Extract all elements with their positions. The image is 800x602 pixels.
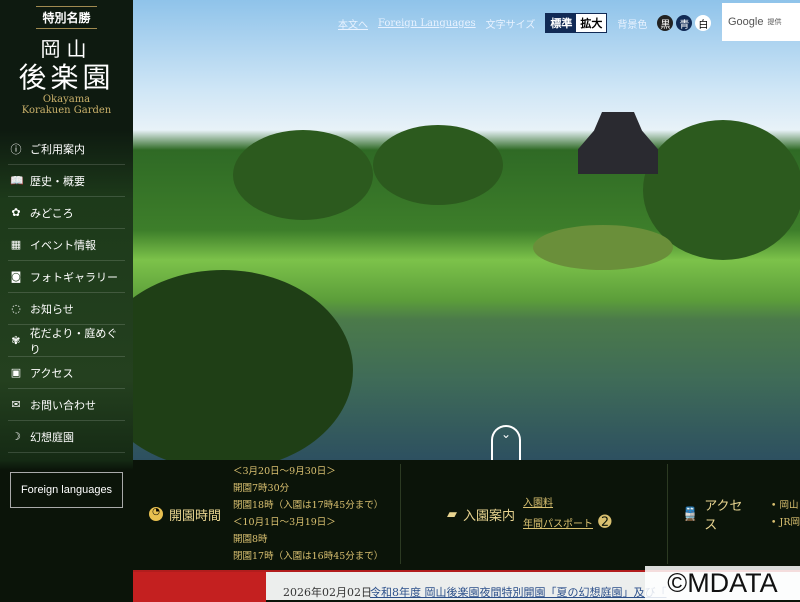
pine-tree xyxy=(133,270,353,460)
hours-close1: 閉園18時（入園は17時45分まで） xyxy=(233,500,384,511)
admission-title: 入園案内 xyxy=(463,508,516,524)
size-standard-button[interactable]: 標準 xyxy=(546,14,577,32)
access-item[interactable]: • 岡山 xyxy=(771,497,800,514)
top-utility-bar: 本文へ Foreign Languages 文字サイズ 標準 拡大 背景色 黒 … xyxy=(338,13,712,33)
tree xyxy=(373,125,503,205)
spot-icon: ✿ xyxy=(11,206,21,219)
access-item-label: JR岡 xyxy=(779,517,800,528)
site-logo[interactable]: 特別名勝 岡山 後楽園 Okayama Korakuen Garden xyxy=(0,0,133,133)
nav-label: イベント情報 xyxy=(30,238,96,252)
news-label-block xyxy=(133,572,266,602)
hours-open2: 開園8時 xyxy=(233,534,268,545)
flower-icon: ✾ xyxy=(11,334,21,347)
wallet-icon: ▰ xyxy=(447,506,457,522)
chat-icon: ◌ xyxy=(11,302,21,315)
logo-badge: 特別名勝 xyxy=(36,6,97,29)
main-nav: ⓘ ご利用案内 📖 歴史・概要 ✿ みどころ ▦ イベント情報 ◙ フォトギャラリー ◌ お… xyxy=(0,133,133,453)
moon-icon: ☽ xyxy=(11,430,21,443)
watermark: ©MDATA xyxy=(645,566,800,600)
size-large-button[interactable]: 拡大 xyxy=(576,14,607,32)
admission-section: ▰ 入園案内 入園料 年間パスポート ➋ xyxy=(401,464,668,564)
google-sub: 提供 xyxy=(767,19,782,26)
tree xyxy=(233,130,373,220)
train-icon: 🚆 xyxy=(682,506,699,522)
news-date: 2026年02月02日 xyxy=(283,586,372,599)
nav-item-contact[interactable]: ✉ お問い合わせ xyxy=(8,389,125,421)
nav-label: 幻想庭園 xyxy=(30,430,74,444)
nav-item-news[interactable]: ◌ お知らせ xyxy=(8,293,125,325)
foreign-languages-link[interactable]: Foreign Languages xyxy=(378,18,476,29)
nav-item-highlights[interactable]: ✿ みどころ xyxy=(8,197,125,229)
hours-period2: ＜10月1日～3月19日＞ xyxy=(233,517,336,528)
nav-label: アクセス xyxy=(30,366,74,380)
nav-item-fantasy[interactable]: ☽ 幻想庭園 xyxy=(8,421,125,453)
admission-fee-link[interactable]: 入園料 xyxy=(523,495,612,512)
camera-icon: ◙ xyxy=(10,270,22,283)
font-size-switch: 標準 拡大 xyxy=(545,13,608,33)
skip-to-main-link[interactable]: 本文へ xyxy=(338,16,368,31)
access-item-label: 岡山 xyxy=(779,500,799,511)
bg-color-label: 背景色 xyxy=(617,19,648,31)
foreign-languages-button[interactable]: Foreign languages xyxy=(10,472,123,508)
nav-label: お知らせ xyxy=(30,302,74,316)
access-title: アクセス xyxy=(704,499,743,533)
nav-label: ご利用案内 xyxy=(30,142,85,156)
bg-black-button[interactable]: 黒 xyxy=(657,15,674,31)
nav-label: 花だより・庭めぐり xyxy=(29,326,118,356)
bg-blue-button[interactable]: 青 xyxy=(676,15,693,31)
nav-item-guide[interactable]: ⓘ ご利用案内 xyxy=(8,133,125,165)
logo-en1: Okayama xyxy=(42,94,91,105)
nav-item-flowers[interactable]: ✾ 花だより・庭めぐり xyxy=(8,325,125,357)
news-title-link[interactable]: 令和8年度 岡山後楽園夜間特別開園「夏の幻想庭園」及び「 xyxy=(370,584,667,600)
font-size-label: 文字サイズ xyxy=(485,19,536,31)
annual-pass-link[interactable]: 年間パスポート xyxy=(523,519,593,530)
bus-icon: ▣ xyxy=(10,366,22,379)
calendar-icon: ▦ xyxy=(10,238,22,251)
access-item[interactable]: • JR岡 xyxy=(771,514,800,531)
google-translate[interactable]: Google 提供 xyxy=(722,3,800,41)
nav-label: お問い合わせ xyxy=(30,398,96,412)
clock-icon: ◔ xyxy=(149,507,163,521)
hours-section: ◔ 開園時間 ＜3月20日～9月30日＞ 開園7時30分 閉園18時（入園は17時… xyxy=(133,464,401,564)
arrow-circle-icon[interactable]: ➋ xyxy=(598,512,611,531)
info-icon: ⓘ xyxy=(10,142,22,156)
scroll-down-icon[interactable]: ⌄ xyxy=(491,425,521,460)
nav-item-events[interactable]: ▦ イベント情報 xyxy=(8,229,125,261)
castle xyxy=(578,112,658,174)
shrub xyxy=(533,225,673,270)
logo-line2: 後楽園 xyxy=(18,61,115,94)
nav-item-history[interactable]: 📖 歴史・概要 xyxy=(8,165,125,197)
book-icon: 📖 xyxy=(10,174,24,187)
hours-open1: 開園7時30分 xyxy=(233,483,290,494)
sidebar: 特別名勝 岡山 後楽園 Okayama Korakuen Garden ⓘ ご利用… xyxy=(0,0,133,600)
logo-en2: Korakuen Garden xyxy=(21,105,112,116)
access-section: 🚆 アクセス • 岡山 • JR岡 xyxy=(668,464,800,564)
info-bar: ◔ 開園時間 ＜3月20日～9月30日＞ 開園7時30分 閉園18時（入園は17時… xyxy=(133,460,800,568)
nav-label: みどころ xyxy=(30,206,74,220)
hours-period1: ＜3月20日～9月30日＞ xyxy=(233,466,336,477)
logo-line1: 岡山 xyxy=(40,37,93,61)
nav-label: フォトギャラリー xyxy=(30,270,118,284)
nav-item-gallery[interactable]: ◙ フォトギャラリー xyxy=(8,261,125,293)
hours-title: 開園時間 xyxy=(169,508,222,524)
nav-item-access[interactable]: ▣ アクセス xyxy=(8,357,125,389)
bg-white-button[interactable]: 白 xyxy=(695,15,712,31)
hero-image: 本文へ Foreign Languages 文字サイズ 標準 拡大 背景色 黒 … xyxy=(133,0,800,460)
hours-close2: 閉園17時（入園は16時45分まで） xyxy=(233,551,384,562)
mail-icon: ✉ xyxy=(11,398,21,411)
nav-label: 歴史・概要 xyxy=(30,174,85,188)
google-logo: Google xyxy=(728,16,764,28)
